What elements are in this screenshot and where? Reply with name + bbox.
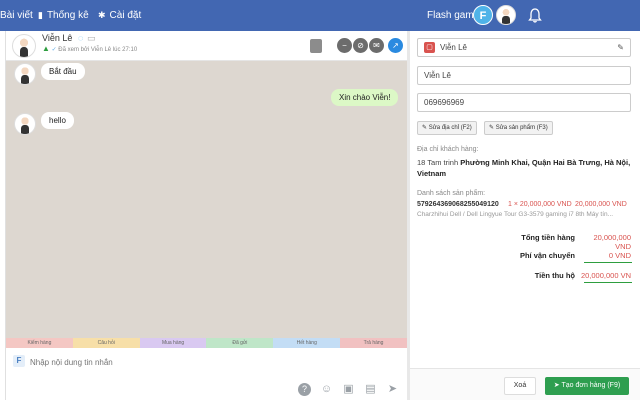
page-name: Flash game <box>427 10 480 21</box>
product-code: 5792643690682550491­20 <box>417 201 499 208</box>
share-icon[interactable]: ↗ <box>388 38 403 53</box>
create-order-button[interactable]: ➤ Tạo đơn hàng (F9) <box>545 377 629 395</box>
edit-address-label: Sửa địa chỉ (F2) <box>428 125 472 131</box>
message-bubble: hello <box>41 112 74 129</box>
chat-panel: Viễn Lê ◌ ▭ ▲ ✓ Đã xem bởi Viễn Lê lúc 2… <box>6 31 407 400</box>
mail-icon[interactable]: ✉ <box>369 38 384 53</box>
name-field[interactable]: Viễn Lê <box>417 66 631 85</box>
bar-chart-icon: ▮ <box>38 10 43 20</box>
edit-icon: ✎ <box>489 125 495 131</box>
quick-tags-bar: Kiểm hàng Câu hỏi Mua hàng Đã gửi Hết hà… <box>6 338 407 348</box>
tag-question[interactable]: Câu hỏi <box>72 338 140 348</box>
tag-buy[interactable]: Mua hàng <box>139 338 207 348</box>
block-icon[interactable]: ⊘ <box>353 38 368 53</box>
collect-underline <box>584 282 632 283</box>
total-label: Tổng tiền hàng <box>521 233 575 242</box>
seen-status: ▲ ✓ Đã xem bởi Viễn Lê lúc 27:10 <box>42 44 137 53</box>
send-icon[interactable]: ➤ <box>386 383 399 396</box>
customer-name-header: ▢ Viễn Lê ✎ <box>417 38 631 57</box>
edit-product-label: Sửa sản phẩm (F3) <box>495 125 548 131</box>
computer-icon: ▭ <box>87 33 96 43</box>
customer-name-text: Viễn Lê <box>440 43 467 52</box>
order-footer: Xoá ➤ Tạo đơn hàng (F9) <box>410 368 640 400</box>
message-avatar <box>14 113 36 135</box>
edit-address-button[interactable]: ✎ Sửa địa chỉ (F2) <box>417 121 477 135</box>
gear-icon: ✱ <box>98 10 106 20</box>
message-bubble: Bắt đầu <box>41 63 85 80</box>
person-icon: ▲ <box>42 44 50 53</box>
phone-field[interactable]: 069696969 <box>417 93 631 112</box>
page-chip: F <box>13 355 25 367</box>
products-label: Danh sách sản phẩm: <box>417 190 486 197</box>
address-street: 18 Tam trinh <box>417 158 459 167</box>
edit-product-button[interactable]: ✎ Sửa sản phẩm (F3) <box>484 121 553 135</box>
customer-address: 18 Tam trinh Phường Minh Khai, Quận Hai … <box>417 157 633 179</box>
nav-posts[interactable]: Bài viết <box>0 10 33 21</box>
shipping-label: Phí vận chuyển <box>519 251 575 260</box>
message-avatar <box>14 63 36 85</box>
customer-name[interactable]: Viễn Lê <box>42 33 72 43</box>
collect-input[interactable]: 20,000,000 VN <box>577 271 631 280</box>
top-navbar: Bài viết ▮ Thống kê ✱ Cài đặt Flash game… <box>0 0 640 31</box>
message-input[interactable] <box>30 355 390 369</box>
nav-settings[interactable]: ✱ Cài đặt <box>98 10 141 21</box>
nav-settings-label: Cài đặt <box>109 10 142 21</box>
create-order-label: Tạo đơn hàng (F9) <box>561 382 621 389</box>
cancel-button[interactable]: Xoá <box>504 377 536 395</box>
messenger-icon: ◌ <box>78 33 84 43</box>
emoji-icon[interactable]: ☺ <box>320 383 333 396</box>
chat-header: Viễn Lê ◌ ▭ ▲ ✓ Đã xem bởi Viễn Lê lúc 2… <box>6 31 407 61</box>
minus-icon[interactable]: − <box>337 38 352 53</box>
bell-icon[interactable] <box>528 8 542 23</box>
image-icon[interactable]: ▣ <box>342 383 355 396</box>
edit-icon[interactable]: ✎ <box>617 39 624 56</box>
address-label: Địa chỉ khách hàng: <box>417 146 479 153</box>
nav-stats[interactable]: ▮ Thống kê <box>38 10 89 21</box>
message-bubble-out: Xin chào Viễn! <box>331 89 399 106</box>
seen-text: Đã xem bởi Viễn Lê lúc 27:10 <box>58 47 138 53</box>
collect-label: Tiền thu hộ <box>534 271 575 280</box>
nav-stats-label: Thống kê <box>46 10 89 21</box>
shipping-underline <box>584 262 632 263</box>
shipping-input[interactable]: 0 VND <box>577 251 631 260</box>
customer-avatar[interactable] <box>12 34 36 58</box>
user-avatar[interactable] <box>496 5 516 25</box>
product-description: Charzhihui Dell / Dell Lingyue Tour G3-3… <box>417 211 614 218</box>
product-qty-price: 1 × 20,000,000 VND <box>508 201 572 208</box>
check-icon: ✓ <box>51 47 57 53</box>
contact-card-icon[interactable] <box>310 39 322 53</box>
send-icon: ➤ <box>553 382 560 389</box>
template-icon[interactable]: ▤ <box>364 383 377 396</box>
tag-check[interactable]: Kiểm hàng <box>6 338 73 348</box>
product-total: 20,000,000 VND <box>575 201 627 208</box>
page-avatar[interactable]: F <box>473 5 493 25</box>
order-panel: ▢ Viễn Lê ✎ Viễn Lê 069696969 ✎ Sửa địa … <box>410 31 640 400</box>
tag-sent[interactable]: Đã gửi <box>206 338 274 348</box>
edit-icon: ✎ <box>422 125 428 131</box>
user-tag-icon: ▢ <box>424 42 435 53</box>
help-icon[interactable]: ? <box>298 383 311 396</box>
tag-return[interactable]: Trả hàng <box>340 338 407 348</box>
tag-out-of-stock[interactable]: Hết hàng <box>273 338 341 348</box>
message-composer: F ? ☺ ▣ ▤ ➤ <box>6 348 407 400</box>
total-value: 20,000,000 VND <box>593 233 631 251</box>
nav-posts-label: Bài viết <box>0 10 33 21</box>
